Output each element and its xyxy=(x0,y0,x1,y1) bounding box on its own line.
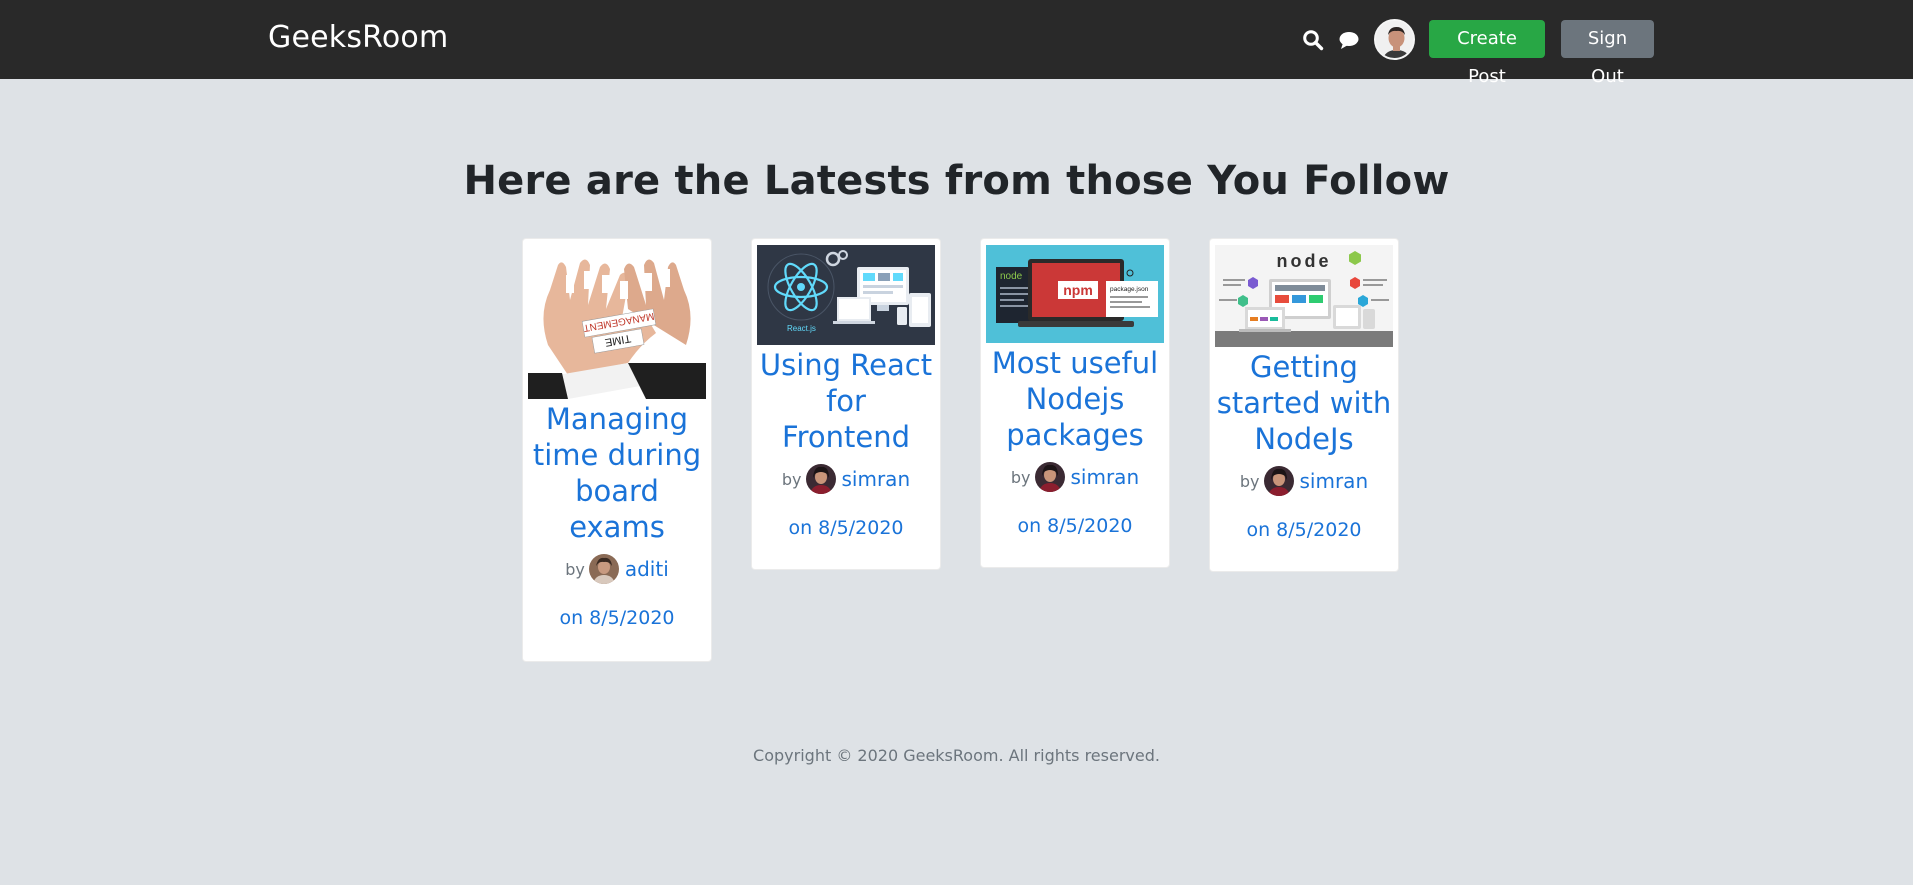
post-byline: by simran xyxy=(981,461,1169,493)
sign-out-button[interactable]: Sign Out xyxy=(1561,20,1654,87)
post-date[interactable]: on 8/5/2020 xyxy=(981,515,1169,537)
svg-text:React.js: React.js xyxy=(787,324,816,333)
post-card: node Getting started with NodeJs by simr… xyxy=(1209,238,1399,572)
author-avatar[interactable] xyxy=(1034,462,1065,492)
author-name-link[interactable]: simran xyxy=(1071,465,1140,489)
footer-copyright: Copyright © 2020 GeeksRoom. All rights r… xyxy=(753,746,1160,765)
author-name-link[interactable]: aditi xyxy=(625,557,669,581)
page-heading: Here are the Latests from those You Foll… xyxy=(463,158,1450,204)
author-name-link[interactable]: simran xyxy=(1300,469,1369,493)
by-label: by xyxy=(1239,471,1260,491)
post-byline: by simran xyxy=(752,463,940,495)
by-label: by xyxy=(1010,467,1031,487)
post-byline: by aditi xyxy=(523,553,711,585)
author-avatar[interactable] xyxy=(588,554,619,584)
reactjs-devices-image[interactable]: React.js xyxy=(757,245,935,345)
post-title-link[interactable]: Using React for Frontend xyxy=(752,347,940,455)
node-npm-laptop-image[interactable]: node npm package.json xyxy=(986,245,1164,343)
post-date[interactable]: on 8/5/2020 xyxy=(523,607,711,629)
post-title-link[interactable]: Getting started with NodeJs xyxy=(1210,349,1398,457)
post-title-link[interactable]: Most useful Nodejs packages xyxy=(981,345,1169,453)
author-avatar[interactable] xyxy=(1263,466,1294,496)
top-navbar: GeeksRoom Create Post Sign Out xyxy=(0,0,1913,87)
user-avatar[interactable] xyxy=(1374,19,1415,60)
svg-text:npm: npm xyxy=(1063,282,1093,298)
brand-logo-link[interactable]: GeeksRoom xyxy=(268,20,448,55)
svg-text:node: node xyxy=(1000,271,1023,282)
post-card: React.js Using React for Frontend by sim… xyxy=(751,238,941,570)
post-card: MANAGEMENT TIME Managing time during boa… xyxy=(522,238,712,662)
author-name-link[interactable]: simran xyxy=(842,467,911,491)
post-date[interactable]: on 8/5/2020 xyxy=(752,517,940,539)
by-label: by xyxy=(565,559,585,579)
post-card: node npm package.json Most useful Nodejs… xyxy=(980,238,1170,568)
post-title-link[interactable]: Managing time during board exams xyxy=(523,401,711,545)
time-management-hands-image[interactable]: MANAGEMENT TIME xyxy=(528,245,706,399)
svg-text:package.json: package.json xyxy=(1110,286,1149,293)
search-icon[interactable] xyxy=(1302,29,1324,51)
nodejs-devices-image[interactable]: node xyxy=(1215,245,1393,347)
by-label: by xyxy=(781,469,802,489)
post-date[interactable]: on 8/5/2020 xyxy=(1210,519,1398,541)
post-byline: by simran xyxy=(1210,465,1398,497)
chat-bubble-icon[interactable] xyxy=(1338,29,1360,51)
svg-text:node: node xyxy=(1277,251,1332,271)
author-avatar[interactable] xyxy=(805,464,836,494)
create-post-button[interactable]: Create Post xyxy=(1429,20,1545,87)
